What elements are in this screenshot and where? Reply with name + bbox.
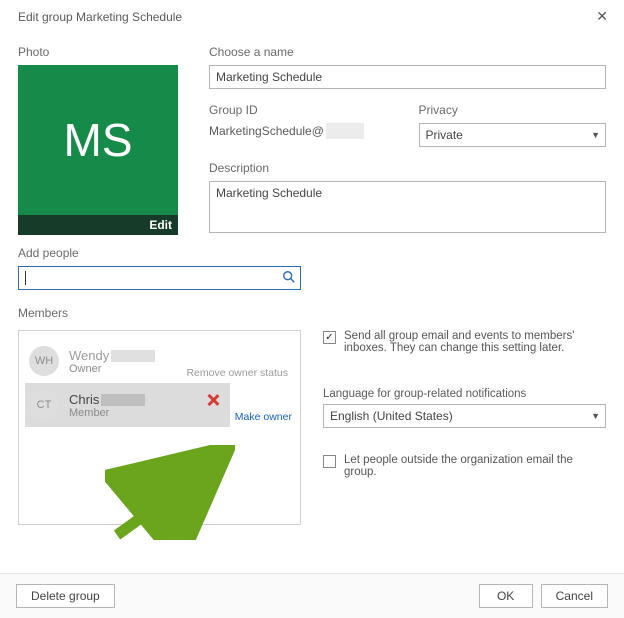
name-redacted — [101, 394, 145, 406]
privacy-select[interactable]: Private — [419, 123, 607, 147]
search-icon[interactable] — [282, 270, 296, 287]
group-name-input[interactable] — [209, 65, 606, 89]
member-name: Chris — [69, 392, 145, 407]
member-role: Owner — [69, 363, 155, 375]
cancel-button[interactable]: Cancel — [541, 584, 608, 608]
member-row-selected[interactable]: CT Chris Member Make owner — [25, 383, 230, 427]
group-photo-tile[interactable]: MS Edit — [18, 65, 178, 235]
name-label: Choose a name — [209, 45, 606, 59]
send-email-label: Send all group email and events to membe… — [344, 330, 606, 354]
description-label: Description — [209, 161, 606, 175]
member-role: Member — [69, 407, 145, 419]
language-label: Language for group-related notifications — [323, 388, 606, 400]
remove-owner-status-link[interactable]: Remove owner status — [186, 367, 288, 379]
close-icon[interactable]: ✕ — [590, 6, 614, 27]
external-email-checkbox[interactable] — [323, 455, 336, 468]
groupid-value: MarketingSchedule@ — [209, 123, 397, 139]
name-redacted — [111, 350, 155, 362]
ok-button[interactable]: OK — [479, 584, 533, 608]
avatar: WH — [29, 346, 59, 376]
addpeople-input[interactable] — [26, 270, 282, 286]
avatar: CT — [29, 390, 59, 420]
delete-group-button[interactable]: Delete group — [16, 584, 115, 608]
addpeople-label: Add people — [18, 246, 606, 260]
edit-photo-link[interactable]: Edit — [149, 218, 172, 232]
photo-label: Photo — [18, 45, 183, 59]
privacy-label: Privacy — [419, 103, 607, 117]
groupid-domain-redacted — [326, 123, 364, 139]
member-name: Wendy — [69, 348, 155, 363]
send-email-checkbox[interactable] — [323, 331, 336, 344]
dialog-footer: Delete group OK Cancel — [0, 573, 624, 618]
description-input[interactable]: Marketing Schedule — [209, 181, 606, 233]
remove-member-icon[interactable] — [206, 393, 220, 407]
groupid-label: Group ID — [209, 103, 397, 117]
members-label: Members — [18, 306, 606, 320]
member-row-owner[interactable]: WH Wendy Owner Remove owner status — [25, 339, 294, 383]
dialog-title: Edit group Marketing Schedule — [18, 10, 182, 24]
make-owner-link[interactable]: Make owner — [235, 411, 292, 423]
members-list: WH Wendy Owner Remove owner status CT Ch… — [18, 330, 301, 525]
external-email-label: Let people outside the organization emai… — [344, 454, 606, 478]
addpeople-input-wrap[interactable] — [18, 266, 301, 290]
language-select[interactable]: English (United States) — [323, 404, 606, 428]
dialog-titlebar: Edit group Marketing Schedule ✕ — [0, 0, 624, 37]
group-initials: MS — [18, 65, 178, 215]
